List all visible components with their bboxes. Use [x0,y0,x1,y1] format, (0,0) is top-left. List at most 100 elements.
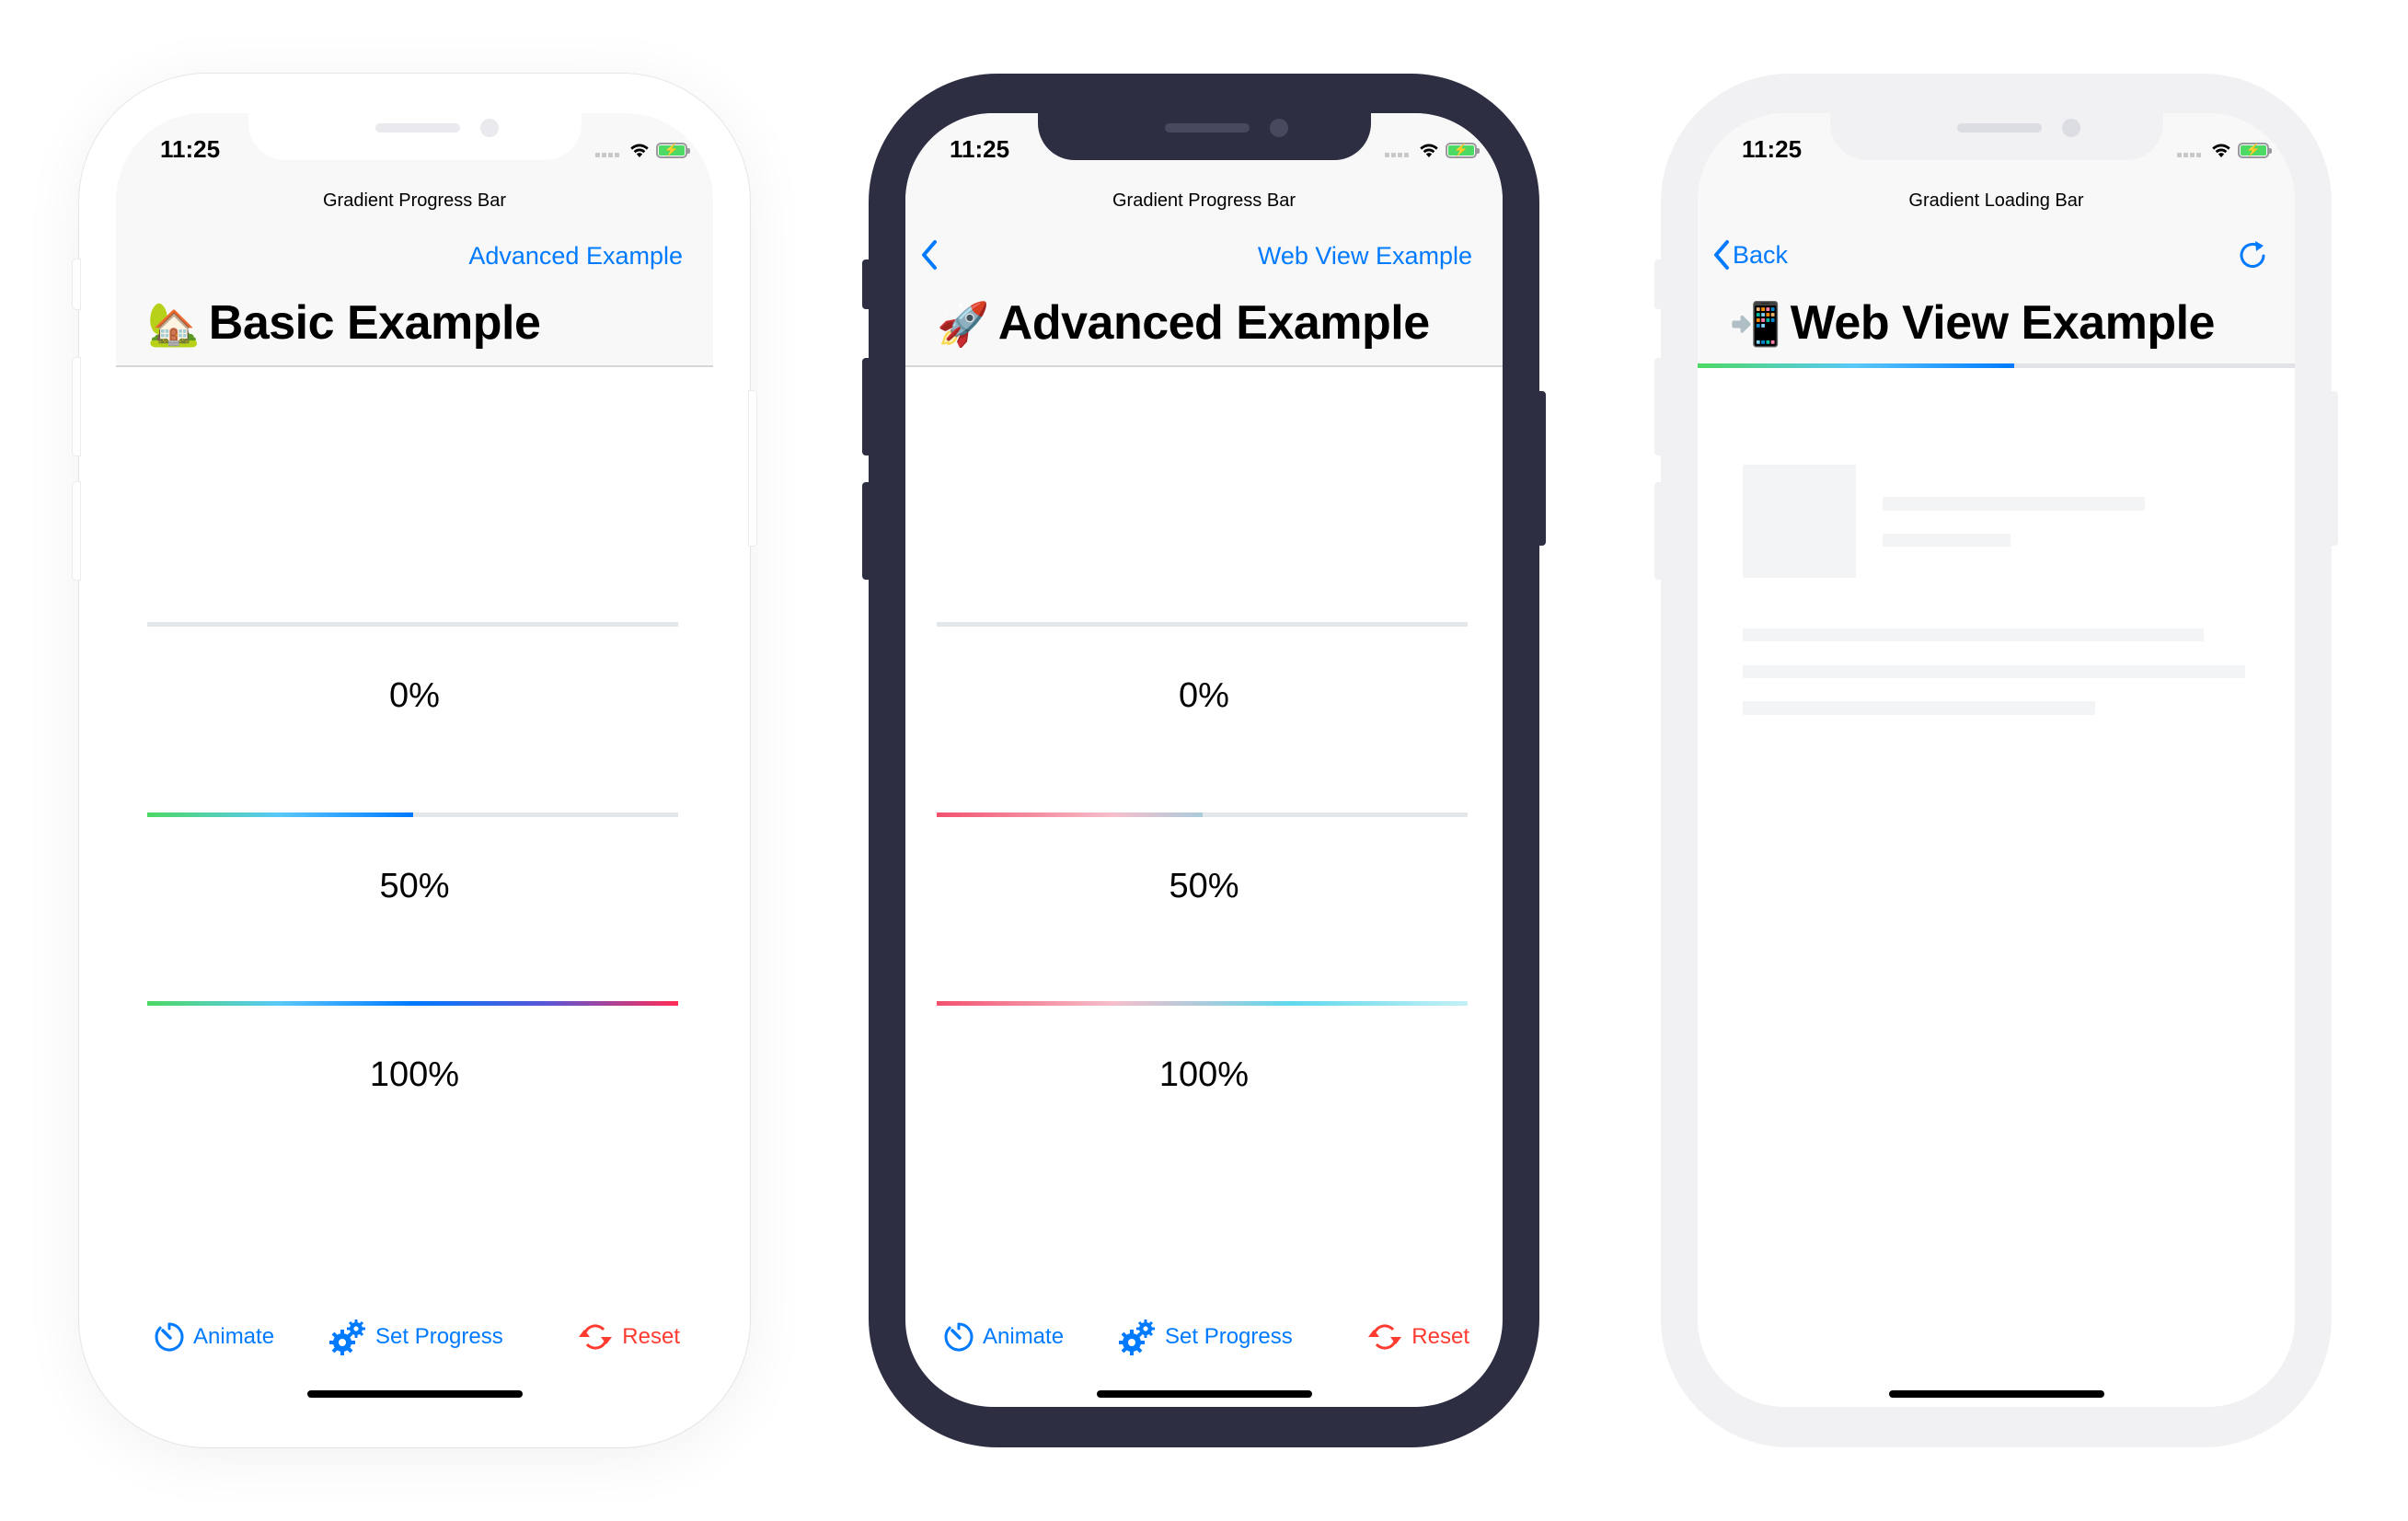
progress-label: 100% [1158,1055,1250,1094]
battery-charging-icon: ⚡ [2238,142,2272,158]
progress-label: 0% [389,676,440,715]
chevron-left-icon [1714,240,1729,270]
home-indicator[interactable] [307,1390,523,1398]
reset-label: Reset [622,1324,680,1349]
set-progress-button[interactable]: Set Progress [1117,1309,1293,1365]
progress-bar-100 [147,1001,678,1006]
mute-switch [73,259,80,309]
refresh-icon[interactable] [2236,238,2269,271]
reset-button[interactable]: Reset [1365,1309,1469,1365]
mute-switch [862,259,870,309]
screen: 11:25 ⚡ Gradient Progress Bar Advanced E… [116,113,713,1407]
screen: 11:25 ⚡ Gradient Loading Bar Back 📲 Web V… [1698,113,2295,1407]
back-button[interactable] [918,236,940,273]
page-title: 🚀 Advanced Example [937,295,1430,351]
battery-charging-icon: ⚡ [1446,142,1480,158]
status-icons: ⚡ [595,139,690,161]
progress-label: 0% [1179,676,1229,715]
house-garden-emoji-icon: 🏡 [147,300,200,348]
phone-web-view-example: 11:25 ⚡ Gradient Loading Bar Back 📲 Web V… [1654,74,2338,1447]
home-indicator[interactable] [1889,1390,2104,1398]
page-title-text: Advanced Example [997,296,1430,350]
progress-bar-fill [147,1001,678,1006]
home-indicator[interactable] [1097,1390,1312,1398]
progress-bar-fill [937,812,1203,817]
progress-bar-fill [147,812,413,817]
skeleton-line [1883,497,2145,511]
skeleton-line [1743,701,2095,715]
toolbar: Animate Set Progress Reset [116,1309,713,1365]
gears-icon [329,1319,365,1355]
nav-title: Gradient Progress Bar [1112,190,1296,211]
loading-bar [1698,363,2295,368]
progress-bar-100 [937,1001,1468,1006]
status-time: 11:25 [160,135,221,163]
timer-icon [155,1322,184,1352]
rocket-emoji-icon: 🚀 [937,300,989,348]
nav-title: Gradient Loading Bar [1908,190,2084,211]
status-icons: ⚡ [2177,139,2272,161]
timer-icon [944,1322,974,1352]
screen: 11:25 ⚡ Gradient Progress Bar Web View E… [905,113,1503,1407]
volume-up-button [862,358,870,455]
skeleton-image-placeholder [1743,465,1856,578]
progress-label: 50% [1169,867,1239,905]
wifi-icon [1420,144,1438,157]
refresh-arrows-icon [1368,1324,1402,1350]
chevron-left-icon [922,240,937,270]
web-view-example-link[interactable]: Web View Example [1258,242,1472,271]
reset-label: Reset [1411,1324,1469,1349]
cellular-signal-icon [2177,152,2201,157]
set-progress-button[interactable]: Set Progress [328,1309,503,1365]
power-button [1538,391,1546,546]
progress-bar-50 [147,812,678,817]
progress-label: 50% [379,867,450,905]
notch [1830,113,2163,160]
volume-down-button [1654,482,1662,580]
animate-label: Animate [193,1324,275,1349]
notch [248,113,582,160]
skeleton-line [1743,665,2245,678]
volume-down-button [862,482,870,580]
wifi-icon [630,144,649,157]
advanced-example-link[interactable]: Advanced Example [468,242,683,271]
front-camera [480,119,499,137]
reset-button[interactable]: Reset [576,1309,680,1365]
notch [1038,113,1371,160]
page-title: 🏡 Basic Example [147,295,541,351]
back-button[interactable]: Back [1711,236,1788,273]
page-title-text: Basic Example [208,296,541,350]
animate-label: Animate [983,1324,1065,1349]
cellular-signal-icon [595,152,619,157]
mute-switch [1654,259,1662,309]
battery-charging-icon: ⚡ [656,142,690,158]
progress-bar-0 [937,622,1468,627]
progress-bar-fill [937,1001,1468,1006]
gears-icon [1119,1319,1155,1355]
front-camera [2062,119,2080,137]
volume-up-button [73,358,80,455]
volume-down-button [73,482,80,580]
animate-button[interactable]: Animate [942,1309,1064,1365]
phone-basic-example: 11:25 ⚡ Gradient Progress Bar Advanced E… [73,74,756,1447]
progress-label: 100% [369,1055,460,1094]
toolbar: Animate Set Progress Reset [905,1309,1503,1365]
skeleton-line [1743,628,2204,641]
set-progress-label: Set Progress [1165,1324,1293,1349]
animate-button[interactable]: Animate [153,1309,274,1365]
speaker-grille [1165,123,1250,133]
wifi-icon [2212,144,2230,157]
loading-bar-fill [1698,363,2014,368]
skeleton-line [1883,534,2011,547]
page-title-text: Web View Example [1790,296,2216,350]
status-time: 11:25 [950,135,1010,163]
phone-advanced-example: 11:25 ⚡ Gradient Progress Bar Web View E… [862,74,1546,1447]
mobile-arrow-emoji-icon: 📲 [1729,300,1781,348]
power-button [2331,391,2338,546]
status-time: 11:25 [1742,135,1803,163]
progress-bar-0 [147,622,678,627]
power-button [749,391,756,546]
nav-title: Gradient Progress Bar [323,190,506,211]
volume-up-button [1654,358,1662,455]
set-progress-label: Set Progress [375,1324,503,1349]
